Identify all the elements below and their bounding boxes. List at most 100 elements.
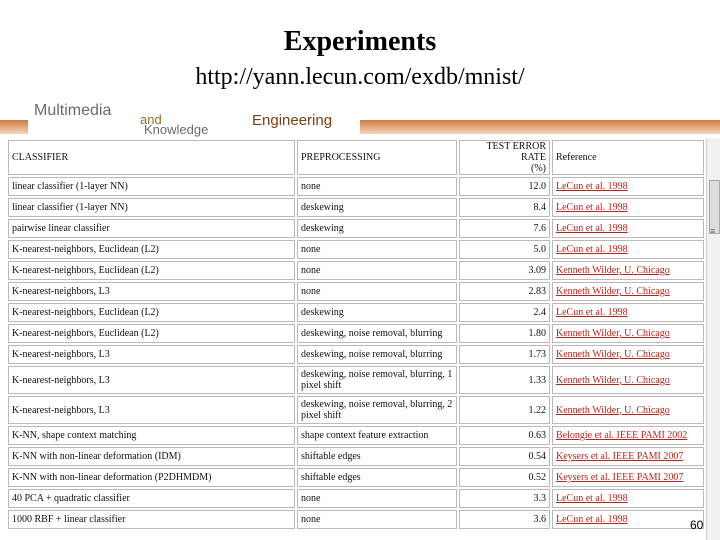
reference-link[interactable]: LeCun et al. 1998 (556, 244, 628, 255)
cell-test-error-rate: 1.73 (459, 345, 550, 364)
cell-preprocessing: deskewing, noise removal, blurring, 1 pi… (297, 366, 457, 394)
cell-reference: Kenneth Wilder, U. Chicago (552, 324, 704, 343)
cell-reference: Kenneth Wilder, U. Chicago (552, 282, 704, 301)
cell-test-error-rate: 2.4 (459, 303, 550, 322)
table-row: 40 PCA + quadratic classifier none 3.3 LeCu… (8, 489, 704, 508)
slide-title: Experiments (283, 26, 437, 57)
cell-classifier: K-nearest-neighbors, L3 (8, 345, 295, 364)
slide-page-number: 60 (690, 518, 704, 532)
cell-classifier: 1000 RBF + linear classifier (8, 510, 295, 529)
header-test-error-rate: TEST ERROR RATE (%) (459, 140, 550, 175)
cell-classifier: K-nearest-neighbors, Euclidean (L2) (8, 324, 295, 343)
cell-classifier: K-nearest-neighbors, Euclidean (L2) (8, 261, 295, 280)
cell-preprocessing: shape context feature extraction (297, 426, 457, 445)
reference-link[interactable]: LeCun et al. 1998 (556, 493, 628, 504)
reference-link[interactable]: Keysers et al. IEEE PAMI 2007 (556, 451, 683, 462)
cell-reference: Belongie et al. IEEE PAMI 2002 (552, 426, 704, 445)
cell-test-error-rate: 12.0 (459, 177, 550, 196)
logo-text-multimedia: Multimedia (34, 102, 112, 119)
reference-link[interactable]: Belongie et al. IEEE PAMI 2002 (556, 430, 687, 441)
header-error-line2: (%) (531, 163, 546, 174)
cell-test-error-rate: 3.09 (459, 261, 550, 280)
table-row: linear classifier (1-layer NN) none 12.0 Le… (8, 177, 704, 196)
reference-link[interactable]: LeCun et al. 1998 (556, 307, 628, 318)
table-row: K-nearest-neighbors, L3 deskewing, noise … (8, 396, 704, 424)
cell-classifier: 40 PCA + quadratic classifier (8, 489, 295, 508)
cell-classifier: pairwise linear classifier (8, 219, 295, 238)
cell-reference: LeCun et al. 1998 (552, 219, 704, 238)
reference-link[interactable]: Kenneth Wilder, U. Chicago (556, 328, 670, 339)
cell-test-error-rate: 5.0 (459, 240, 550, 259)
table-header-row: CLASSIFIER PREPROCESSING TEST ERROR RATE… (8, 140, 704, 175)
reference-link[interactable]: Kenneth Wilder, U. Chicago (556, 286, 670, 297)
cell-test-error-rate: 7.6 (459, 219, 550, 238)
reference-link[interactable]: Keysers et al. IEEE PAMI 2007 (556, 472, 683, 483)
logo-text-knowledge: Knowledge (144, 122, 209, 137)
table-row: K-nearest-neighbors, L3 deskewing, noise … (8, 345, 704, 364)
header-preprocessing: PREPROCESSING (297, 140, 457, 175)
cell-test-error-rate: 2.83 (459, 282, 550, 301)
cell-classifier: K-nearest-neighbors, L3 (8, 366, 295, 394)
cell-reference: Keysers et al. IEEE PAMI 2007 (552, 447, 704, 466)
table-row: K-nearest-neighbors, Euclidean (L2) none 3… (8, 261, 704, 280)
cell-test-error-rate: 0.63 (459, 426, 550, 445)
cell-reference: Kenneth Wilder, U. Chicago (552, 366, 704, 394)
cell-test-error-rate: 1.33 (459, 366, 550, 394)
cell-classifier: K-NN with non-linear deformation (IDM) (8, 447, 295, 466)
table-row: K-NN with non-linear deformation (P2DHMD… (8, 468, 704, 487)
table-row: K-nearest-neighbors, Euclidean (L2) none 5… (8, 240, 704, 259)
cell-classifier: linear classifier (1-layer NN) (8, 177, 295, 196)
mnist-results-table-container: CLASSIFIER PREPROCESSING TEST ERROR RATE… (6, 138, 706, 540)
cell-preprocessing: none (297, 489, 457, 508)
table-row: K-nearest-neighbors, Euclidean (L2) deske… (8, 324, 704, 343)
cell-reference: LeCun et al. 1998 (552, 198, 704, 217)
mnist-results-table: CLASSIFIER PREPROCESSING TEST ERROR RATE… (6, 138, 706, 531)
cell-reference: Kenneth Wilder, U. Chicago (552, 396, 704, 424)
logo-text-engineering: Engineering (252, 112, 333, 129)
reference-link[interactable]: Kenneth Wilder, U. Chicago (556, 349, 670, 360)
cell-preprocessing: deskewing (297, 198, 457, 217)
reference-link[interactable]: LeCun et al. 1998 (556, 181, 628, 192)
reference-link[interactable]: LeCun et al. 1998 (556, 223, 628, 234)
cell-preprocessing: deskewing, noise removal, blurring (297, 345, 457, 364)
reference-link[interactable]: Kenneth Wilder, U. Chicago (556, 375, 670, 386)
header-classifier: CLASSIFIER (8, 140, 295, 175)
table-row: linear classifier (1-layer NN) deskewing 8… (8, 198, 704, 217)
cell-reference: LeCun et al. 1998 (552, 177, 704, 196)
header-reference: Reference (552, 140, 704, 175)
cell-preprocessing: none (297, 240, 457, 259)
cell-preprocessing: deskewing, noise removal, blurring, 2 pi… (297, 396, 457, 424)
table-row: K-nearest-neighbors, L3 deskewing, noise … (8, 366, 704, 394)
table-row: 1000 RBF + linear classifier none 3.6 LeCun… (8, 510, 704, 529)
cell-preprocessing: none (297, 261, 457, 280)
cell-reference: LeCun et al. 1998 (552, 510, 704, 529)
table-row: K-nearest-neighbors, L3 none 2.83 Kenneth W… (8, 282, 704, 301)
cell-preprocessing: none (297, 177, 457, 196)
reference-link[interactable]: Kenneth Wilder, U. Chicago (556, 405, 670, 416)
cell-test-error-rate: 8.4 (459, 198, 550, 217)
cell-preprocessing: shiftable edges (297, 447, 457, 466)
cell-reference: Keysers et al. IEEE PAMI 2007 (552, 468, 704, 487)
cell-classifier: K-NN with non-linear deformation (P2DHMD… (8, 468, 295, 487)
cell-preprocessing: deskewing (297, 303, 457, 322)
slide-url: http://yann.lecun.com/exdb/mnist/ (195, 64, 525, 90)
cell-preprocessing: deskewing (297, 219, 457, 238)
cell-reference: LeCun et al. 1998 (552, 240, 704, 259)
cell-classifier: K-nearest-neighbors, L3 (8, 282, 295, 301)
cell-classifier: K-nearest-neighbors, L3 (8, 396, 295, 424)
reference-link[interactable]: LeCun et al. 1998 (556, 202, 628, 213)
reference-link[interactable]: LeCun et al. 1998 (556, 514, 628, 525)
cell-reference: Kenneth Wilder, U. Chicago (552, 261, 704, 280)
cell-test-error-rate: 1.22 (459, 396, 550, 424)
lab-logo-banner: Multimedia and Knowledge Engineering (0, 100, 720, 138)
table-row: K-NN with non-linear deformation (IDM) sh… (8, 447, 704, 466)
reference-link[interactable]: Kenneth Wilder, U. Chicago (556, 265, 670, 276)
cell-classifier: linear classifier (1-layer NN) (8, 198, 295, 217)
vertical-scrollbar[interactable]: ≡ (706, 138, 720, 540)
table-row: pairwise linear classifier deskewing 7.6 Le… (8, 219, 704, 238)
cell-preprocessing: none (297, 282, 457, 301)
cell-classifier: K-nearest-neighbors, Euclidean (L2) (8, 303, 295, 322)
cell-preprocessing: none (297, 510, 457, 529)
cell-test-error-rate: 1.80 (459, 324, 550, 343)
lab-logo: Multimedia and Knowledge Engineering (28, 100, 360, 138)
